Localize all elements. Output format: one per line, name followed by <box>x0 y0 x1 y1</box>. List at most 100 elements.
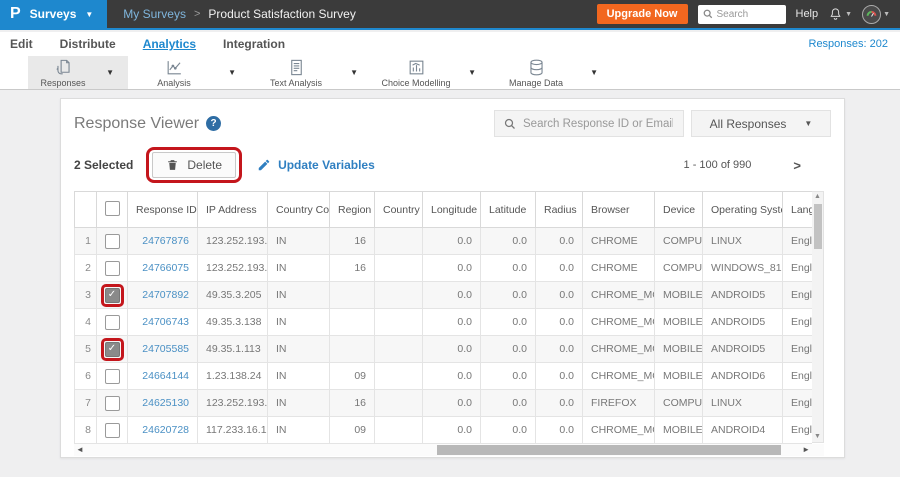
table-row[interactable]: 5 24705585 49.35.1.113 IN 0.0 0.0 0.0 CH… <box>74 335 812 363</box>
row-checkbox[interactable] <box>104 341 120 357</box>
column-header-region[interactable]: Region <box>329 191 375 228</box>
table-row[interactable]: 4 24706743 49.35.3.138 IN 0.0 0.0 0.0 CH… <box>74 308 812 336</box>
delete-button[interactable]: Delete <box>152 152 237 178</box>
row-checkbox[interactable] <box>104 233 120 249</box>
pagination-range: 1 - 100 of 990 <box>683 159 752 171</box>
column-header-device[interactable]: Device <box>654 191 703 228</box>
text-analysis-icon <box>290 59 302 75</box>
response-id-link[interactable]: 24706743 <box>142 316 189 328</box>
surveys-menu[interactable]: P Surveys ▼ <box>0 0 108 29</box>
tab-edit[interactable]: Edit <box>10 37 33 51</box>
table-row[interactable]: 3 24707892 49.35.3.205 IN 0.0 0.0 0.0 CH… <box>74 281 812 309</box>
response-search <box>494 110 684 137</box>
help-link[interactable]: Help <box>796 8 819 20</box>
next-page-button[interactable]: > <box>793 158 801 173</box>
chevron-down-icon[interactable]: ▼ <box>106 68 114 77</box>
language-cell: English <box>782 416 812 444</box>
column-header-radius[interactable]: Radius <box>535 191 583 228</box>
chevron-down-icon[interactable]: ▼ <box>590 68 598 77</box>
response-id-link[interactable]: 24766075 <box>142 262 189 274</box>
analysis-icon <box>167 60 181 74</box>
response-id-link[interactable]: 24625130 <box>142 397 189 409</box>
table-row[interactable]: 6 24664144 1.23.138.24 IN 09 0.0 0.0 0.0… <box>74 362 812 390</box>
scroll-down-icon[interactable]: ▼ <box>814 432 821 442</box>
row-checkbox[interactable] <box>104 395 120 411</box>
toolbar-item-manage-data[interactable]: Manage Data ▼ <box>490 56 612 89</box>
response-id-link[interactable]: 24705585 <box>142 343 189 355</box>
responses-filter-dropdown[interactable]: All Responses ▼ <box>691 110 831 137</box>
upgrade-now-button[interactable]: Upgrade Now <box>596 4 688 24</box>
gauge-icon <box>866 10 877 17</box>
country-cell <box>374 227 423 255</box>
response-search-input[interactable] <box>523 117 673 130</box>
chevron-down-icon[interactable]: ▼ <box>228 68 236 77</box>
select-all-checkbox[interactable] <box>104 200 120 216</box>
browser-cell: CHROME_MOBILE <box>582 362 655 390</box>
column-header-country[interactable]: Country <box>374 191 423 228</box>
column-header-longitude[interactable]: Longitude <box>422 191 481 228</box>
panel-title: Response Viewer <box>74 114 200 132</box>
table-row[interactable]: 1 24767876 123.252.193.148 IN 16 0.0 0.0… <box>74 227 812 255</box>
column-header-browser[interactable]: Browser <box>582 191 655 228</box>
response-id-link[interactable]: 24767876 <box>142 235 189 247</box>
avatar <box>862 4 882 24</box>
response-id-link[interactable]: 24664144 <box>142 370 189 382</box>
column-header-response-id[interactable]: Response ID▲ <box>127 191 198 228</box>
row-checkbox[interactable] <box>104 368 120 384</box>
questionpro-logo: P <box>10 5 21 22</box>
update-variables-link[interactable]: Update Variables <box>257 158 375 172</box>
scroll-up-icon[interactable]: ▲ <box>814 192 821 202</box>
row-checkbox[interactable] <box>104 287 120 303</box>
chevron-down-icon[interactable]: ▼ <box>350 68 358 77</box>
horizontal-scrollbar-thumb[interactable] <box>437 445 781 455</box>
vertical-scrollbar[interactable]: ▲ ▼ <box>812 191 824 443</box>
row-checkbox[interactable] <box>104 314 120 330</box>
response-id-link[interactable]: 24707892 <box>142 289 189 301</box>
table-row[interactable]: 8 24620728 117.233.16.177 IN 09 0.0 0.0 … <box>74 416 812 444</box>
operating-system-cell: ANDROID4 <box>702 416 783 444</box>
tab-distribute[interactable]: Distribute <box>60 37 116 51</box>
horizontal-scrollbar[interactable]: ◄ ► <box>74 444 824 456</box>
column-header-country-code[interactable]: Country Code <box>267 191 330 228</box>
tab-analytics[interactable]: Analytics <box>143 37 196 51</box>
row-checkbox-cell <box>96 335 128 363</box>
region-cell: 16 <box>329 389 375 417</box>
search-icon <box>703 9 712 19</box>
column-header-latitude[interactable]: Latitude <box>480 191 536 228</box>
responses-icon <box>55 59 70 74</box>
region-cell: 16 <box>329 227 375 255</box>
toolbar-item-responses[interactable]: Responses ▼ <box>28 56 128 89</box>
column-header-language[interactable]: Language <box>782 191 812 228</box>
notifications-button[interactable]: ▼ <box>828 7 852 22</box>
response-id-link[interactable]: 24620728 <box>142 424 189 436</box>
scroll-right-icon[interactable]: ► <box>802 445 810 454</box>
chevron-down-icon[interactable]: ▼ <box>468 68 476 77</box>
toolbar-item-analysis[interactable]: Analysis ▼ <box>128 56 250 89</box>
region-cell: 09 <box>329 362 375 390</box>
toolbar-item-text-analysis[interactable]: Text Analysis ▼ <box>250 56 372 89</box>
table-row[interactable]: 7 24625130 123.252.193.148 IN 16 0.0 0.0… <box>74 389 812 417</box>
response-id-cell: 24707892 <box>127 281 198 309</box>
radius-cell: 0.0 <box>535 281 583 309</box>
selected-count: 2 Selected <box>74 158 134 172</box>
tab-integration[interactable]: Integration <box>223 37 285 51</box>
responses-count-link[interactable]: Responses: 202 <box>809 38 900 50</box>
table-row[interactable]: 2 24766075 123.252.193.148 IN 16 0.0 0.0… <box>74 254 812 282</box>
device-cell: MOBILE <box>654 308 703 336</box>
column-header-operating-system[interactable]: Operating System <box>702 191 783 228</box>
row-checkbox-cell <box>96 362 128 390</box>
breadcrumb-my-surveys[interactable]: My Surveys <box>123 7 186 21</box>
vertical-scrollbar-thumb[interactable] <box>813 204 822 249</box>
column-header-ip-address[interactable]: IP Address <box>197 191 268 228</box>
row-number: 6 <box>74 362 97 390</box>
account-menu[interactable]: ▼ <box>862 4 890 24</box>
scroll-left-icon[interactable]: ◄ <box>76 445 84 454</box>
global-search-input[interactable] <box>716 8 779 20</box>
ip-address-cell: 123.252.193.148 <box>197 254 268 282</box>
row-checkbox[interactable] <box>104 260 120 276</box>
help-icon[interactable]: ? <box>206 116 222 131</box>
row-checkbox[interactable] <box>104 422 120 438</box>
chevron-down-icon: ▼ <box>845 10 853 18</box>
device-cell: MOBILE <box>654 416 703 444</box>
toolbar-item-choice-modelling[interactable]: Choice Modelling ▼ <box>372 56 490 89</box>
